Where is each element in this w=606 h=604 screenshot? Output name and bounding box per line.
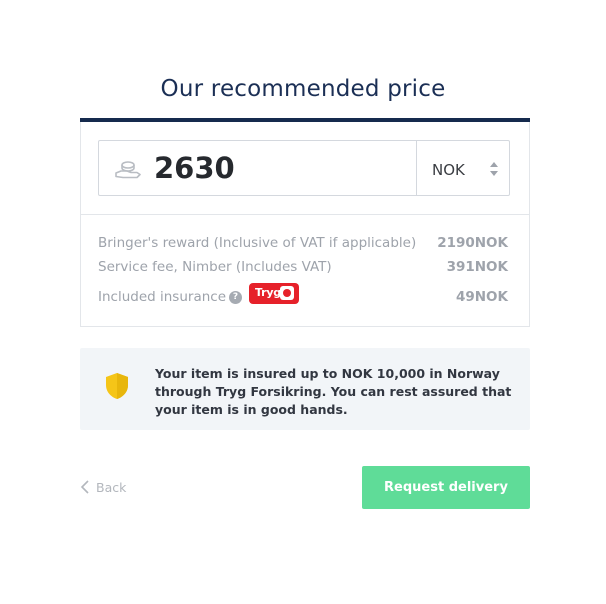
shield-icon [106, 373, 128, 399]
page-title: Our recommended price [160, 76, 446, 102]
sort-arrows-icon [490, 162, 498, 176]
breakdown-row-reward: Bringer's reward (Inclusive of VAT if ap… [98, 235, 510, 257]
tryg-logo-text: Tryg [255, 286, 281, 299]
price-card: 2630 NOK Bringer's reward (Inclusive of … [80, 118, 530, 327]
card-divider [81, 214, 529, 215]
breakdown-label: Bringer's reward (Inclusive of VAT if ap… [98, 235, 417, 251]
breakdown-amount: 391NOK [446, 259, 508, 275]
question-circle-icon[interactable]: ? [229, 291, 242, 304]
hand-coin-icon [115, 161, 141, 179]
request-delivery-button[interactable]: Request delivery [362, 466, 530, 509]
breakdown-row-service-fee: Service fee, Nimber (Includes VAT) 391NO… [98, 259, 510, 281]
currency-select[interactable]: NOK [417, 141, 511, 195]
breakdown-amount: 49NOK [455, 289, 508, 305]
tryg-mark-icon [280, 286, 294, 300]
insurance-info-box: Your item is insured up to NOK 10,000 in… [80, 348, 530, 430]
card-accent-bar [80, 118, 530, 122]
breakdown-label: Included insurance [98, 289, 227, 305]
breakdown-amount: 2190NOK [437, 235, 508, 251]
breakdown-label: Service fee, Nimber (Includes VAT) [98, 259, 332, 275]
price-input-group: 2630 NOK [98, 140, 510, 196]
currency-value: NOK [432, 161, 465, 179]
price-input[interactable]: 2630 [154, 151, 235, 185]
back-label: Back [96, 480, 127, 495]
chevron-left-icon [80, 480, 89, 494]
breakdown-row-insurance: Included insurance ? Tryg 49NOK [98, 283, 510, 311]
tryg-logo: Tryg [249, 283, 299, 304]
insurance-info-text: Your item is insured up to NOK 10,000 in… [155, 366, 512, 417]
